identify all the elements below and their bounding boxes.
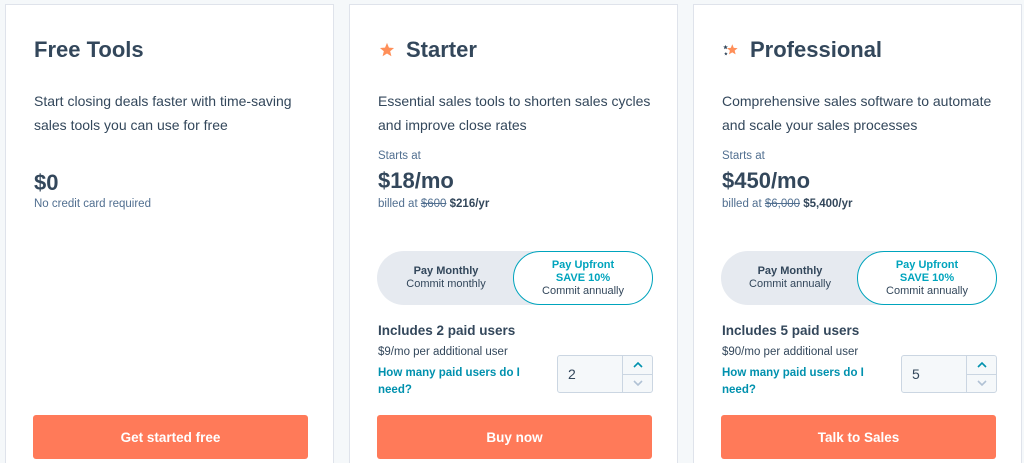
pay-monthly-sub: Commit annually <box>749 278 831 290</box>
buy-now-button[interactable]: Buy now <box>377 415 652 459</box>
how-many-users-link[interactable]: How many paid users do I need? <box>378 365 548 399</box>
starts-at-label: Starts at <box>378 150 421 162</box>
plan-title-text: Professional <box>750 37 883 62</box>
plan-price: $18/mo <box>378 168 454 193</box>
plan-title: Free Tools <box>34 37 144 63</box>
pay-upfront-label: Pay Upfront <box>551 258 615 271</box>
chevron-up-icon[interactable] <box>967 356 996 374</box>
billed-new-price: $216/yr <box>449 198 490 210</box>
plan-title: Professional <box>722 37 882 63</box>
chevron-up-icon[interactable] <box>623 356 652 374</box>
plan-description: Start closing deals faster with time-sav… <box>34 93 292 133</box>
pay-monthly-sub: Commit monthly <box>406 278 486 290</box>
plan-description: Essential sales tools to shorten sales c… <box>378 93 651 133</box>
save-badge: SAVE 10% <box>555 271 611 284</box>
billed-prefix: billed at <box>722 198 762 210</box>
plan-title-text: Free Tools <box>34 37 144 62</box>
billing-toggle: Pay Monthly Commit monthly Pay Upfront S… <box>377 251 653 305</box>
pay-upfront-sub: Commit annually <box>886 284 968 297</box>
pay-monthly-option[interactable]: Pay Monthly Commit annually <box>721 251 859 305</box>
chevron-down-icon[interactable] <box>967 373 996 393</box>
chevron-down-icon[interactable] <box>623 373 652 393</box>
billed-line: billed at $600 $216/yr <box>378 198 489 210</box>
plan-card-free-tools: Free Tools Start closing deals faster wi… <box>5 4 334 463</box>
plan-price: $450/mo <box>722 168 811 193</box>
pay-upfront-sub: Commit annually <box>542 284 624 297</box>
starts-at-label: Starts at <box>722 150 765 162</box>
plan-title-text: Starter <box>406 37 477 62</box>
stepper-arrows <box>966 356 996 392</box>
billed-line: billed at $6,000 $5,400/yr <box>722 198 852 210</box>
users-stepper-value[interactable]: 2 <box>558 356 622 392</box>
star-icon <box>378 41 396 59</box>
pay-upfront-label: Pay Upfront <box>895 258 959 271</box>
users-stepper[interactable]: 5 <box>901 355 997 393</box>
pay-upfront-option[interactable]: Pay Upfront SAVE 10% Commit annually <box>513 251 653 305</box>
additional-user-price: $90/mo per additional user <box>722 346 859 358</box>
billed-new-price: $5,400/yr <box>803 198 853 210</box>
billed-old-price: $600 <box>420 198 447 210</box>
pay-monthly-label: Pay Monthly <box>757 265 823 277</box>
included-users: Includes 5 paid users <box>722 323 860 338</box>
plan-card-professional: Professional Comprehensive sales softwar… <box>693 4 1022 463</box>
get-started-free-button[interactable]: Get started free <box>33 415 308 459</box>
plan-card-starter: Starter Essential sales tools to shorten… <box>349 4 678 463</box>
users-stepper-value[interactable]: 5 <box>902 356 966 392</box>
talk-to-sales-button[interactable]: Talk to Sales <box>721 415 996 459</box>
users-stepper[interactable]: 2 <box>557 355 653 393</box>
billed-prefix: billed at <box>378 198 418 210</box>
billing-toggle: Pay Monthly Commit annually Pay Upfront … <box>721 251 997 305</box>
price-note: No credit card required <box>34 198 151 210</box>
billed-old-price: $6,000 <box>764 198 801 210</box>
included-users: Includes 2 paid users <box>378 323 516 338</box>
additional-user-price: $9/mo per additional user <box>378 346 508 358</box>
pay-upfront-option[interactable]: Pay Upfront SAVE 10% Commit annually <box>857 251 997 305</box>
plan-price: $0 <box>34 170 59 195</box>
how-many-users-link[interactable]: How many paid users do I need? <box>722 365 892 399</box>
pay-monthly-option[interactable]: Pay Monthly Commit monthly <box>377 251 515 305</box>
plan-description: Comprehensive sales software to automate… <box>722 93 992 133</box>
save-badge: SAVE 10% <box>899 271 955 284</box>
stars-icon <box>722 41 740 59</box>
plan-title: Starter <box>378 37 477 63</box>
pay-monthly-label: Pay Monthly <box>413 265 479 277</box>
stepper-arrows <box>622 356 652 392</box>
pricing-page: Free Tools Start closing deals faster wi… <box>0 0 1024 463</box>
